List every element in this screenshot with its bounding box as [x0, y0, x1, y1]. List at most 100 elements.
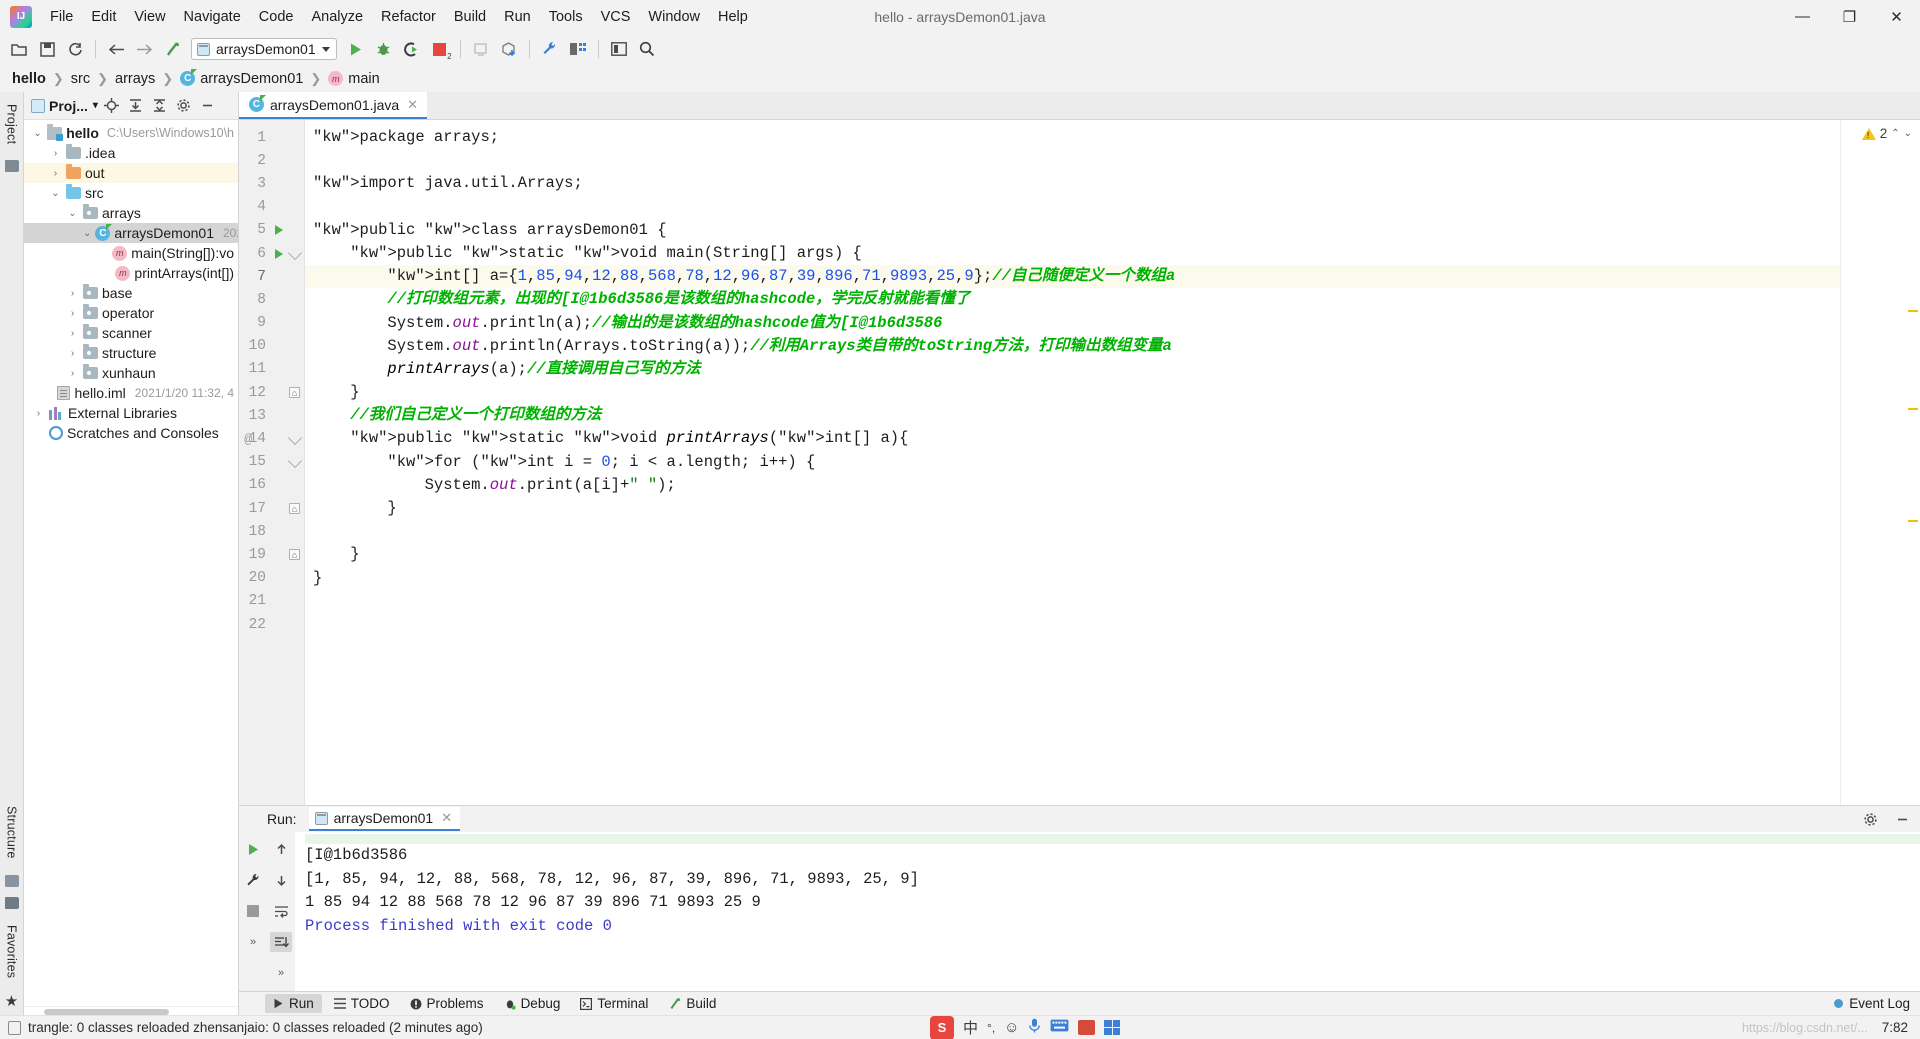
twisty-collapsed-icon[interactable]: › — [49, 148, 62, 159]
open-folder-icon[interactable] — [6, 37, 32, 61]
fold-end-icon[interactable]: ⌂ — [289, 549, 300, 561]
twisty-collapsed-icon[interactable]: › — [49, 168, 62, 179]
breadcrumb-item-class[interactable]: C arraysDemon01 — [178, 69, 305, 87]
more-icon[interactable]: » — [270, 963, 292, 983]
tree-node-src[interactable]: ⌄ src — [24, 183, 238, 203]
code-line[interactable] — [305, 613, 1840, 636]
expand-all-icon[interactable] — [126, 96, 146, 116]
tool-window-debug[interactable]: Debug — [496, 994, 569, 1013]
fold-collapse-icon[interactable] — [289, 457, 300, 468]
code-line[interactable]: } — [305, 497, 1840, 520]
forward-arrow-icon[interactable] — [131, 37, 157, 61]
code-line[interactable]: "kw">public "kw">static "kw">void main(S… — [305, 242, 1840, 265]
debug-icon[interactable] — [371, 37, 397, 61]
maximize-button[interactable]: ❐ — [1826, 0, 1873, 33]
menu-code[interactable]: Code — [250, 6, 303, 28]
code-line[interactable]: } — [305, 543, 1840, 566]
up-arrow-icon[interactable] — [270, 839, 292, 859]
sogou-ime-icon[interactable]: S — [930, 1015, 954, 1039]
run-tab-arraysdemon01[interactable]: arraysDemon01 ✕ — [308, 807, 461, 831]
gutter-line[interactable]: 8 — [239, 288, 304, 311]
inspection-warnings[interactable]: 2 ⌃ ⌄ — [1861, 126, 1912, 141]
menu-vcs[interactable]: VCS — [592, 6, 640, 28]
event-log-entry[interactable]: Event Log — [1834, 996, 1920, 1011]
code-line[interactable] — [305, 590, 1840, 613]
rail-project-label[interactable]: Project — [5, 98, 19, 150]
hammer-icon[interactable] — [159, 37, 185, 61]
save-icon[interactable] — [34, 37, 60, 61]
wrench-icon[interactable] — [4, 896, 19, 909]
soft-wrap-icon[interactable] — [270, 901, 292, 921]
tree-node-structure[interactable]: › structure — [24, 343, 238, 363]
code-line[interactable]: System.out.println(a);//输出的是该数组的hashcode… — [305, 312, 1840, 335]
hide-icon[interactable] — [1892, 809, 1912, 829]
code-line[interactable]: } — [305, 381, 1840, 404]
twisty-collapsed-icon[interactable]: › — [66, 308, 79, 319]
code-text-area[interactable]: "kw">package arrays; "kw">import java.ut… — [305, 120, 1840, 805]
run-gutter-icon[interactable] — [275, 248, 283, 259]
code-line[interactable]: System.out.println(Arrays.toString(a));/… — [305, 335, 1840, 358]
gutter-line[interactable]: 14 @ — [239, 427, 304, 450]
code-line[interactable] — [305, 520, 1840, 543]
gutter-line[interactable]: 12 ⌂ — [239, 381, 304, 404]
gutter-line[interactable]: 9 — [239, 312, 304, 335]
editor-tab-arraysdemon01[interactable]: C arraysDemon01.java ✕ — [239, 92, 428, 119]
twisty-collapsed-icon[interactable]: › — [32, 408, 45, 419]
apps-icon[interactable] — [1104, 1020, 1121, 1035]
next-warning-icon[interactable]: ⌄ — [1904, 128, 1912, 139]
code-line[interactable]: } — [305, 567, 1840, 590]
code-line[interactable]: "kw">for ("kw">int i = 0; i < a.length; … — [305, 451, 1840, 474]
tree-node-hello-iml[interactable]: hello.iml 2021/1/20 11:32, 4 — [24, 383, 238, 403]
breadcrumb-item-src[interactable]: src — [69, 71, 92, 87]
tree-node-xunhaun[interactable]: › xunhaun — [24, 363, 238, 383]
gutter-line[interactable]: 10 — [239, 335, 304, 358]
folder-icon[interactable] — [4, 160, 19, 173]
fold-collapse-icon[interactable] — [289, 434, 300, 445]
gutter-line[interactable]: 11 — [239, 358, 304, 381]
project-tree[interactable]: ⌄ hello C:\Users\Windows10\h › .idea › out ⌄ src… — [24, 120, 238, 1006]
gutter-line[interactable]: 13 — [239, 404, 304, 427]
scroll-to-end-icon[interactable] — [270, 932, 292, 952]
notification-icon[interactable] — [8, 1020, 21, 1035]
gear-icon[interactable] — [174, 96, 194, 116]
code-line[interactable]: "kw">public "kw">class arraysDemon01 { — [305, 219, 1840, 242]
commit-icon[interactable] — [496, 37, 522, 61]
tree-node-out[interactable]: › out — [24, 163, 238, 183]
stop-icon[interactable]: 2 — [427, 37, 453, 61]
tree-node-external-libraries[interactable]: › External Libraries — [24, 403, 238, 423]
menu-analyze[interactable]: Analyze — [302, 6, 372, 28]
breadcrumb-item-method[interactable]: m main — [326, 71, 381, 87]
keyboard-icon[interactable] — [1050, 1019, 1069, 1036]
twisty-expanded-icon[interactable]: ⌄ — [49, 188, 62, 199]
stop-icon[interactable] — [242, 901, 264, 921]
collapse-all-icon[interactable] — [150, 96, 170, 116]
twisty-collapsed-icon[interactable]: › — [66, 368, 79, 379]
ime-emoji-icon[interactable]: ☺ — [1004, 1019, 1019, 1036]
project-panel-title[interactable]: Proj... ▾ — [49, 98, 98, 114]
breadcrumb-item-hello[interactable]: hello — [10, 71, 48, 87]
run-with-coverage-icon[interactable] — [399, 37, 425, 61]
gutter-line[interactable]: 1 — [239, 126, 304, 149]
gutter-line[interactable]: 20 — [239, 567, 304, 590]
ime-punctuation-icon[interactable]: °, — [987, 1021, 995, 1035]
menu-refactor[interactable]: Refactor — [372, 6, 445, 28]
code-line[interactable] — [305, 196, 1840, 219]
mic-icon[interactable] — [1028, 1018, 1041, 1037]
code-line[interactable]: "kw">int[] a={1,85,94,12,88,568,78,12,96… — [305, 265, 1840, 289]
project-tree-hscrollbar[interactable] — [24, 1006, 238, 1015]
rail-structure-label[interactable]: Structure — [5, 800, 19, 865]
close-icon[interactable]: ✕ — [407, 97, 418, 113]
stack-icon[interactable] — [4, 874, 19, 887]
gutter-line[interactable]: 21 — [239, 590, 304, 613]
menu-help[interactable]: Help — [709, 6, 757, 28]
menu-window[interactable]: Window — [639, 6, 709, 28]
wrench-icon[interactable] — [242, 870, 264, 890]
run-icon[interactable] — [343, 37, 369, 61]
gutter-line[interactable]: 15 — [239, 451, 304, 474]
twisty-collapsed-icon[interactable]: › — [66, 288, 79, 299]
tree-node-operator[interactable]: › operator — [24, 303, 238, 323]
gutter-line[interactable]: 17 ⌂ — [239, 497, 304, 520]
tool-window-build[interactable]: Build — [660, 994, 724, 1013]
code-line[interactable]: //我们自己定义一个打印数组的方法 — [305, 404, 1840, 427]
gutter-line[interactable]: 16 — [239, 474, 304, 497]
